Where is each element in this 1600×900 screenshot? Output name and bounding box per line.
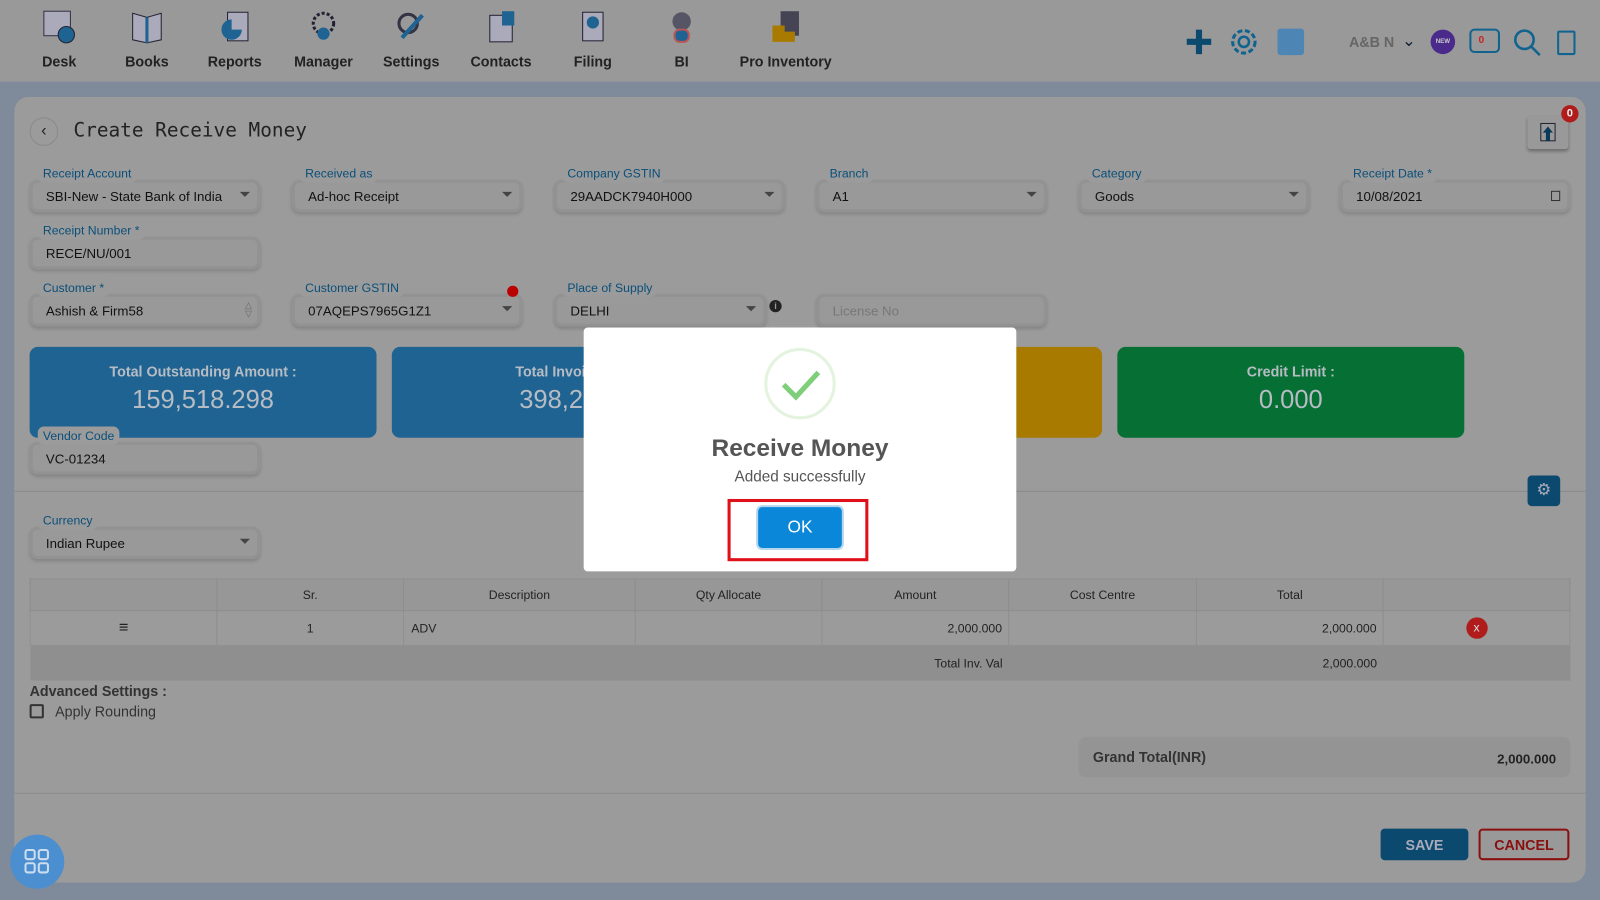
table-row: ≡ 1 ADV 2,000.000 2,000.000 x xyxy=(29,610,1571,646)
dialog-message: Added successfully xyxy=(734,468,866,486)
search-icon[interactable] xyxy=(1513,29,1542,63)
gear-icon: ⚙ xyxy=(1536,481,1552,499)
contacts-icon xyxy=(481,6,522,47)
col-sr: Sr. xyxy=(216,578,405,612)
dropdown-arrow-icon xyxy=(1288,191,1299,197)
vendor-code-input[interactable]: Vendor Code VC-01234 xyxy=(29,426,261,475)
receipt-account-select[interactable]: Receipt Account SBI-New - State Bank of I… xyxy=(29,164,261,213)
apply-rounding-checkbox[interactable] xyxy=(29,704,44,719)
company-gstin-select[interactable]: Company GSTIN 29AADCK7940H000 xyxy=(554,164,785,213)
new-badge-icon[interactable]: NEW xyxy=(1430,29,1456,55)
license-no-input[interactable]: License No xyxy=(816,293,1047,327)
category-select[interactable]: Category Goods xyxy=(1078,164,1310,213)
grand-total-panel: Grand Total(INR) 2,000.000 xyxy=(1078,736,1571,778)
nav-books[interactable]: Books xyxy=(122,6,171,69)
dropdown-arrow-icon xyxy=(764,191,775,197)
allocation-table: Sr. Description Qty Allocate Amount Cost… xyxy=(29,578,1571,681)
calendar-icon[interactable] xyxy=(1551,190,1561,202)
col-total: Total xyxy=(1195,578,1384,612)
nav-manager[interactable]: Manager xyxy=(292,6,355,69)
upload-button[interactable] xyxy=(1527,116,1569,149)
notification-bell-icon[interactable]: 0 xyxy=(1469,28,1500,54)
page-title: Create Receive Money xyxy=(73,119,307,142)
stat-total-outstanding: Total Outstanding Amount :159,518.298 xyxy=(29,346,377,438)
ok-button[interactable]: OK xyxy=(758,507,842,548)
success-dialog: Receive Money Added successfully OK xyxy=(583,327,1017,572)
inventory-icon xyxy=(765,6,806,47)
receipt-number-input[interactable]: Receipt Number * RECE/NU/001 xyxy=(29,221,261,270)
advanced-settings-title: Advanced Settings : xyxy=(29,682,167,699)
apps-launcher-button[interactable] xyxy=(10,834,65,889)
company-name[interactable]: A&B N xyxy=(1349,34,1394,50)
dropdown-arrow-icon xyxy=(502,306,513,312)
dropdown-arrow-icon xyxy=(1026,191,1037,197)
received-as-select[interactable]: Received as Ad-hoc Receipt xyxy=(291,164,523,213)
nav-settings[interactable]: Settings xyxy=(382,6,441,69)
stat-credit-limit: Credit Limit :0.000 xyxy=(1117,346,1465,438)
manager-icon xyxy=(303,6,344,47)
chevron-down-icon[interactable]: ⌄ xyxy=(1402,31,1416,51)
upload-count-badge: 0 xyxy=(1561,105,1579,123)
books-icon xyxy=(127,6,168,47)
divider xyxy=(14,792,1586,794)
cancel-button[interactable]: CANCEL xyxy=(1478,828,1570,861)
customer-gstin-select[interactable]: Customer GSTIN 07AQEPS7965G1Z1 xyxy=(291,278,523,327)
place-of-supply-select[interactable]: Place of Supply DELHI xyxy=(554,278,767,327)
dropdown-arrow-icon xyxy=(239,191,250,197)
nav-reports[interactable]: Reports xyxy=(206,6,263,69)
status-dot xyxy=(507,285,519,297)
nav-bi[interactable]: BI xyxy=(661,6,702,69)
currency-select[interactable]: Currency Indian Rupee xyxy=(29,511,261,560)
table-footer-row: Total Inv. Val 2,000.000 xyxy=(30,645,1570,681)
col-description: Description xyxy=(403,578,636,612)
sort-arrows-icon: △ ▽ xyxy=(244,299,253,319)
dropdown-arrow-icon xyxy=(745,306,757,312)
nav-pro-inventory[interactable]: Pro Inventory xyxy=(737,6,835,69)
receipt-date-input[interactable]: Receipt Date * 10/08/2021 xyxy=(1339,164,1571,213)
col-amount: Amount xyxy=(821,578,1010,612)
dialog-title: Receive Money xyxy=(711,434,889,463)
tools-icon xyxy=(391,6,432,47)
nav-desk[interactable]: Desk xyxy=(39,6,80,69)
col-cost-centre: Cost Centre xyxy=(1008,578,1197,612)
desk-icon xyxy=(39,6,80,47)
table-settings-button[interactable]: ⚙ xyxy=(1527,475,1561,507)
delete-row-icon[interactable]: x xyxy=(1465,617,1488,639)
add-icon[interactable] xyxy=(1186,29,1213,61)
apply-rounding-label: Apply Rounding xyxy=(55,703,156,720)
gear-icon[interactable] xyxy=(1228,26,1261,64)
drag-handle-icon[interactable]: ≡ xyxy=(29,610,218,646)
top-nav-bar: Desk Books Reports Manager Settings Cont… xyxy=(0,0,1600,82)
nav-filing[interactable]: Filing xyxy=(571,6,614,69)
nav-contacts[interactable]: Contacts xyxy=(469,6,532,69)
dropdown-arrow-icon xyxy=(502,191,513,197)
filing-icon xyxy=(572,6,613,47)
dropdown-arrow-icon xyxy=(239,538,250,544)
checkmark-icon xyxy=(764,347,836,420)
customer-select[interactable]: Customer * Ashish & Firm58 △ ▽ xyxy=(29,278,261,327)
save-button[interactable]: SAVE xyxy=(1380,828,1469,861)
calculator-icon[interactable] xyxy=(1277,28,1305,56)
back-button[interactable]: ‹ xyxy=(29,117,59,146)
info-icon[interactable]: i xyxy=(769,299,782,313)
robot-icon xyxy=(661,6,702,47)
branch-select[interactable]: Branch A1 xyxy=(816,164,1047,213)
col-qty: Qty Allocate xyxy=(634,578,823,612)
grid-icon xyxy=(24,848,49,874)
reports-icon xyxy=(214,6,255,47)
clipboard-icon[interactable] xyxy=(1557,30,1576,56)
